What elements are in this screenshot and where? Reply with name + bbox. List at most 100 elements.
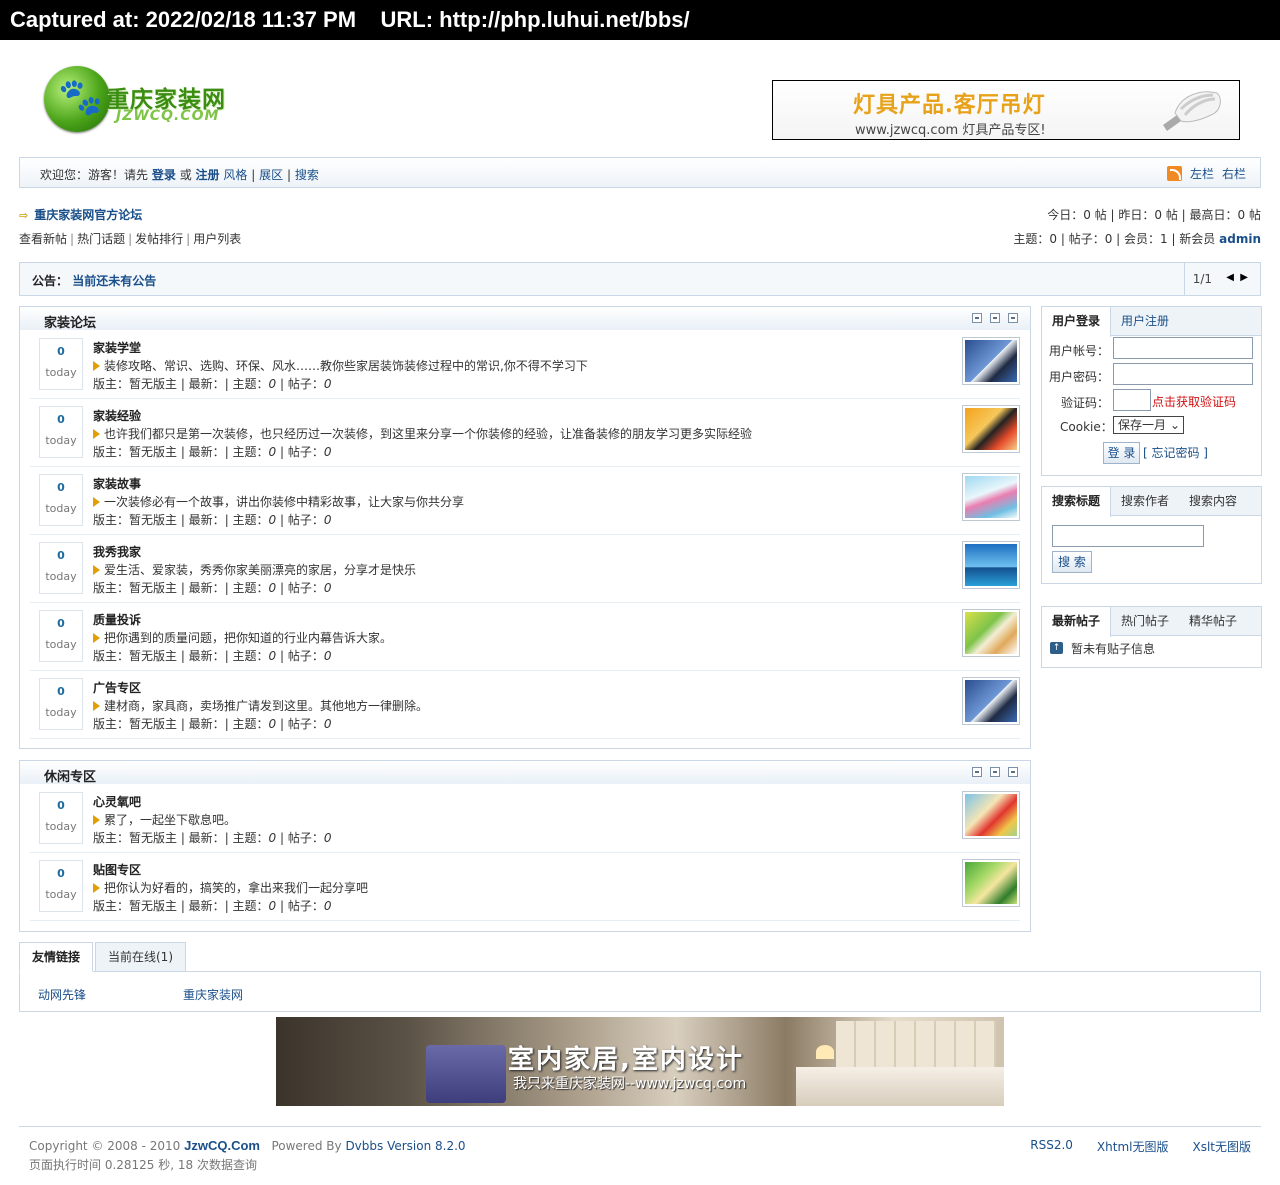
board-name[interactable]: 质量投诉: [93, 611, 141, 628]
user-list-link[interactable]: 用户列表: [193, 232, 241, 246]
captcha-field[interactable]: [1113, 389, 1151, 411]
board-description: 建材商，家具商，卖场推广请发到这里。其他地方一律删除。: [93, 697, 428, 714]
ad-headboard: [836, 1021, 996, 1071]
board-date: today: [45, 706, 77, 719]
bottom-ad-subtitle: 我只来重庆家装网--www.jzwcq.com: [513, 1076, 747, 1092]
board-row[interactable]: 0 today 我秀我家 爱生活、爱家装，秀秀你家美丽漂亮的家居，分享才是快乐 版主：暂…: [30, 535, 1020, 603]
username-field[interactable]: [1113, 337, 1253, 359]
site-link[interactable]: JzwCQ.Com: [184, 1138, 260, 1153]
tab-latest-posts[interactable]: 最新帖子: [1042, 607, 1112, 637]
forum-title[interactable]: ⇨ 重庆家装网官方论坛: [19, 206, 142, 223]
friend-link[interactable]: 动网先锋: [38, 986, 86, 1003]
style-link[interactable]: 风格: [223, 168, 247, 182]
welcome-text: 欢迎您：游客！请先: [40, 168, 149, 182]
bottom-ad-banner[interactable]: 室内家居,室内设计 我只来重庆家装网--www.jzwcq.com: [276, 1017, 1004, 1106]
board-status-icon: 0 today: [39, 406, 83, 458]
board-name[interactable]: 家装经验: [93, 407, 141, 424]
board-thumbnail[interactable]: [962, 473, 1020, 521]
tab-login[interactable]: 用户登录: [1042, 307, 1112, 337]
forgot-password-link[interactable]: [ 忘记密码 ]: [1143, 444, 1208, 461]
board-meta: 版主：暂无版主 | 最新：| 主题：0 | 帖子：0: [93, 581, 332, 595]
rss-link[interactable]: RSS2.0: [1030, 1138, 1073, 1155]
tab-hot-posts[interactable]: 热门帖子: [1111, 607, 1179, 635]
list-view-icon[interactable]: [1008, 313, 1018, 323]
board-row[interactable]: 0 today 贴图专区 把你认为好看的，搞笑的，拿出来我们一起分享吧 版主：暂无版主 …: [30, 853, 1020, 921]
board-thumbnail[interactable]: [962, 791, 1020, 839]
prev-arrow-icon[interactable]: ◀: [1226, 272, 1234, 283]
category-title: 家装论坛: [44, 316, 97, 331]
announcement-nav: ◀ ▶: [1226, 272, 1248, 283]
captcha-link[interactable]: 点击获取验证码: [1152, 393, 1236, 410]
site-logo[interactable]: 🐾 重庆家装网 JZWCQ.COM: [44, 66, 244, 132]
collapse-icon[interactable]: [972, 767, 982, 777]
board-description: 一次装修必有一个故事，讲出你装修中精彩故事，让大家与你共分享: [93, 493, 464, 510]
board-name[interactable]: 我秀我家: [93, 543, 141, 560]
tab-search-content[interactable]: 搜索内容: [1179, 487, 1247, 515]
tab-elite-posts[interactable]: 精华帖子: [1179, 607, 1247, 635]
board-thumbnail[interactable]: [962, 859, 1020, 907]
next-arrow-icon[interactable]: ▶: [1240, 272, 1248, 283]
tab-search-title[interactable]: 搜索标题: [1042, 487, 1112, 517]
search-input[interactable]: [1052, 525, 1204, 547]
board-name[interactable]: 家装学堂: [93, 339, 141, 356]
grid-view-icon[interactable]: [990, 313, 1000, 323]
tab-online-users[interactable]: 当前在线(1): [95, 942, 186, 972]
rss-icon[interactable]: [1166, 166, 1182, 181]
login-button[interactable]: 登 录: [1103, 442, 1140, 464]
board-name[interactable]: 心灵氧吧: [93, 793, 141, 810]
board-status-icon: 0 today: [39, 792, 83, 844]
left-column-link[interactable]: 左栏: [1190, 165, 1214, 182]
capture-banner: Captured at: 2022/02/18 11:37 PM URL: ht…: [0, 0, 1280, 40]
xhtml-link[interactable]: Xhtml无图版: [1097, 1138, 1169, 1155]
board-new-count: 0: [57, 685, 65, 698]
list-view-icon[interactable]: [1008, 767, 1018, 777]
board-row[interactable]: 0 today 家装故事 一次装修必有一个故事，讲出你装修中精彩故事，让大家与你共分享…: [30, 467, 1020, 535]
board-name[interactable]: 家装故事: [93, 475, 141, 492]
triangle-bullet-icon: [93, 701, 100, 711]
board-row[interactable]: 0 today 广告专区 建材商，家具商，卖场推广请发到这里。其他地方一律删除。 版主：…: [30, 671, 1020, 739]
board-row[interactable]: 0 today 家装学堂 装修攻略、常识、选购、环保、风水……教你些家居装饰装修过程中…: [30, 331, 1020, 399]
board-row[interactable]: 0 today 质量投诉 把你遇到的质量问题，把你知道的行业内幕告诉大家。 版主：暂无版…: [30, 603, 1020, 671]
board-thumbnail[interactable]: [962, 405, 1020, 453]
board-date: today: [45, 366, 77, 379]
board-status-icon: 0 today: [39, 542, 83, 594]
login-link[interactable]: 登录: [152, 168, 176, 182]
forum-title-text[interactable]: 重庆家装网官方论坛: [34, 208, 142, 222]
board-thumbnail[interactable]: [962, 677, 1020, 725]
search-button[interactable]: 搜 索: [1052, 551, 1092, 573]
board-new-count: 0: [57, 799, 65, 812]
daily-stats: 今日：0 帖 | 昨日：0 帖 | 最高日：0 帖: [1047, 208, 1261, 222]
board-meta: 版主：暂无版主 | 最新：| 主题：0 | 帖子：0: [93, 717, 332, 731]
announcement-text[interactable]: 当前还未有公告: [72, 274, 156, 288]
board-name[interactable]: 贴图专区: [93, 861, 141, 878]
triangle-bullet-icon: [93, 883, 100, 893]
nav-separator: |: [286, 168, 291, 182]
tab-search-author[interactable]: 搜索作者: [1111, 487, 1179, 515]
collapse-icon[interactable]: [972, 313, 982, 323]
xslt-link[interactable]: Xslt无图版: [1192, 1138, 1251, 1155]
board-thumbnail[interactable]: [962, 609, 1020, 657]
search-link[interactable]: 搜索: [295, 168, 319, 182]
board-name[interactable]: 广告专区: [93, 679, 141, 696]
expand-link[interactable]: 展区: [259, 168, 283, 182]
friend-link[interactable]: 重庆家装网: [183, 986, 243, 1003]
board-new-count: 0: [57, 345, 65, 358]
grid-view-icon[interactable]: [990, 767, 1000, 777]
board-thumbnail[interactable]: [962, 337, 1020, 385]
version-link[interactable]: Dvbbs Version 8.2.0: [345, 1139, 465, 1153]
board-thumbnail[interactable]: [962, 541, 1020, 589]
board-row[interactable]: 0 today 家装经验 也许我们都只是第一次装修，也只经历过一次装修，到这里来分享一…: [30, 399, 1020, 467]
cookie-select[interactable]: 保存一月 ⌄: [1113, 416, 1184, 434]
post-ranking-link[interactable]: 发帖排行: [135, 232, 183, 246]
tab-register[interactable]: 用户注册: [1111, 307, 1179, 335]
top-ad-banner[interactable]: 灯具产品.客厅吊灯 www.jzwcq.com 灯具产品专区!: [772, 80, 1240, 140]
newest-member-link[interactable]: admin: [1219, 232, 1261, 246]
tab-friend-links[interactable]: 友情链接: [19, 942, 94, 972]
new-posts-link[interactable]: 查看新帖: [19, 232, 67, 246]
register-link[interactable]: 注册: [196, 168, 220, 182]
board-new-count: 0: [57, 413, 65, 426]
password-field[interactable]: [1113, 363, 1253, 385]
right-column-link[interactable]: 右栏: [1222, 165, 1246, 182]
board-row[interactable]: 0 today 心灵氧吧 累了，一起坐下歇息吧。 版主：暂无版主 | 最新：| 主题：0…: [30, 785, 1020, 853]
hot-topics-link[interactable]: 热门话题: [77, 232, 125, 246]
